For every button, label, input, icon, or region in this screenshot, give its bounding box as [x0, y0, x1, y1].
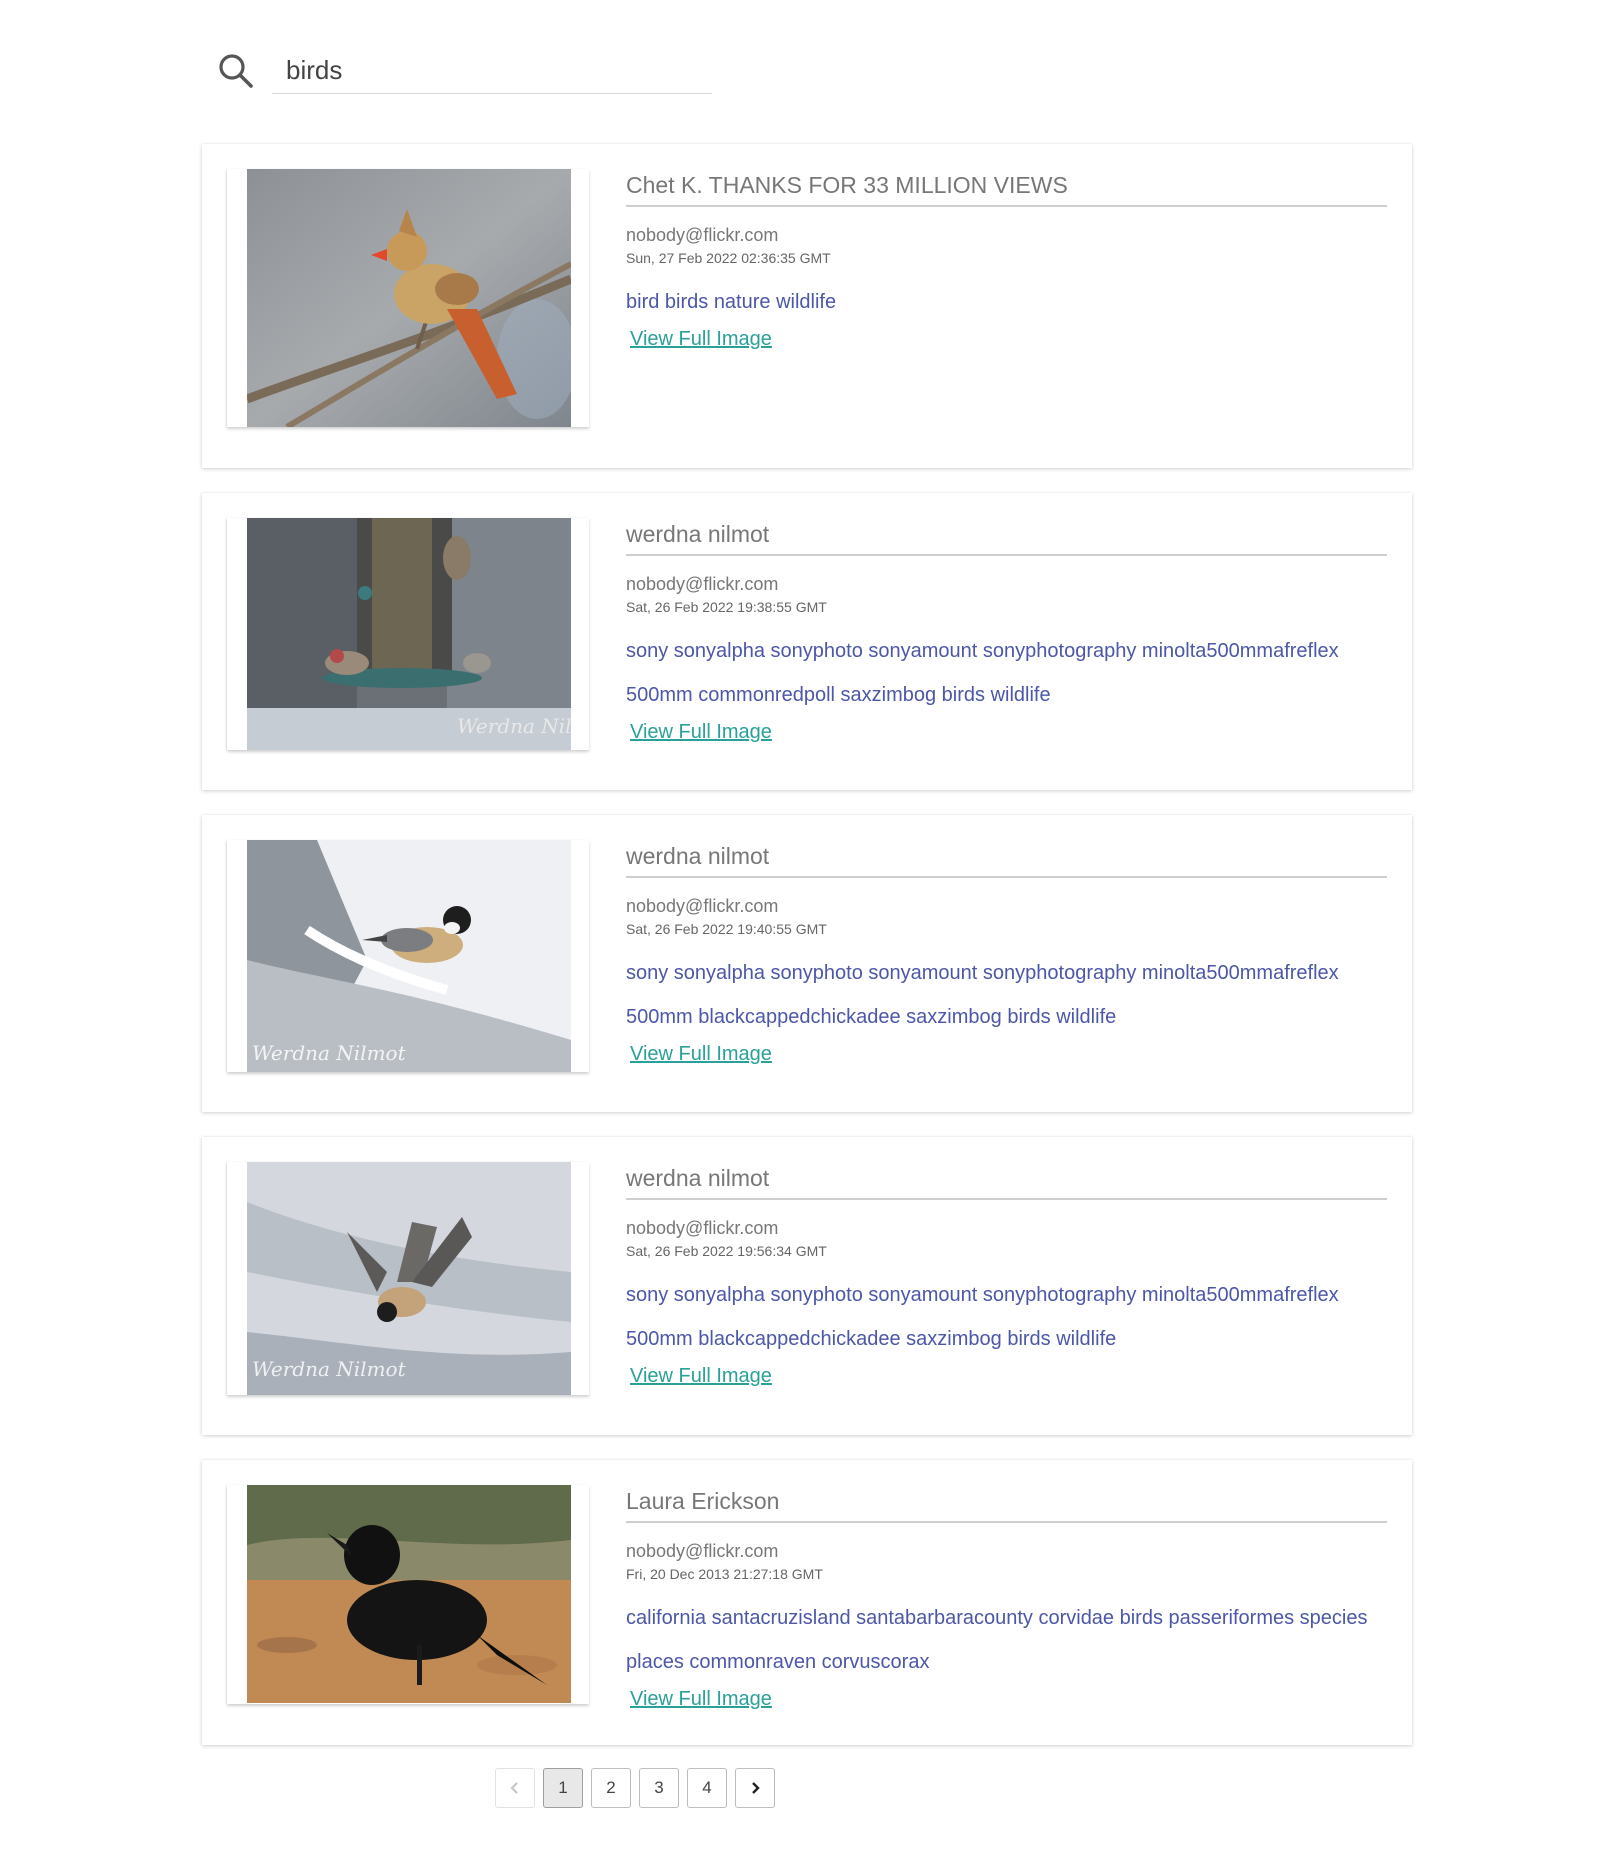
- view-full-image-link[interactable]: View Full Image: [630, 1688, 772, 1711]
- thumbnail-cardinal[interactable]: [247, 169, 571, 427]
- result-tags: sony sonyalpha sonyphoto sonyamount sony…: [626, 951, 1387, 1039]
- result-date: Sat, 26 Feb 2022 19:38:55 GMT: [626, 599, 827, 615]
- thumbnail-frame: Werdna Nilmot: [227, 518, 589, 750]
- result-date: Sat, 26 Feb 2022 19:40:55 GMT: [626, 921, 827, 937]
- prev-page-button[interactable]: [495, 1768, 535, 1808]
- thumbnail-chickadee-wings[interactable]: Werdna Nilmot: [247, 1162, 571, 1395]
- result-info: werdna nilmot nobody@flickr.com Sat, 26 …: [626, 843, 1387, 1066]
- thumbnail-chickadee-snow[interactable]: Werdna Nilmot: [247, 840, 571, 1072]
- chevron-left-icon: [510, 1782, 518, 1794]
- result-title: werdna nilmot: [626, 1165, 1387, 1200]
- result-author: nobody@flickr.com: [626, 225, 779, 245]
- result-tags: california santacruzisland santabarbarac…: [626, 1596, 1387, 1684]
- thumbnail-frame: Werdna Nilmot: [227, 1162, 589, 1395]
- result-info: Chet K. THANKS FOR 33 MILLION VIEWS nobo…: [626, 172, 1387, 351]
- result-card: Laura Erickson nobody@flickr.com Fri, 20…: [202, 1460, 1412, 1745]
- result-tags: bird birds nature wildlife: [626, 280, 1387, 324]
- chevron-right-icon: [752, 1782, 760, 1794]
- result-title: werdna nilmot: [626, 521, 1387, 556]
- view-full-image-link[interactable]: View Full Image: [630, 1365, 772, 1388]
- result-title: werdna nilmot: [626, 843, 1387, 878]
- page-2-button[interactable]: 2: [591, 1768, 631, 1808]
- tags-line: 500mm blackcappedchickadee saxzimbog bir…: [626, 1006, 1117, 1028]
- result-author: nobody@flickr.com: [626, 1218, 779, 1238]
- result-title: Laura Erickson: [626, 1488, 1387, 1523]
- result-author: nobody@flickr.com: [626, 574, 779, 594]
- pagination: 1 2 3 4: [495, 1768, 775, 1810]
- thumbnail-frame: [227, 1485, 589, 1704]
- view-full-image-link[interactable]: View Full Image: [630, 1043, 772, 1066]
- result-date: Sat, 26 Feb 2022 19:56:34 GMT: [626, 1243, 827, 1259]
- tags-line: california santacruzisland santabarbarac…: [626, 1607, 1368, 1629]
- search-icon[interactable]: [216, 52, 256, 92]
- result-card: Chet K. THANKS FOR 33 MILLION VIEWS nobo…: [202, 144, 1412, 468]
- result-author: nobody@flickr.com: [626, 896, 779, 916]
- tags-line: 500mm blackcappedchickadee saxzimbog bir…: [626, 1328, 1117, 1350]
- tags-line: sony sonyalpha sonyphoto sonyamount sony…: [626, 962, 1339, 984]
- view-full-image-link[interactable]: View Full Image: [630, 328, 772, 351]
- result-card: Werdna Nilmot werdna nilmot nobody@flick…: [202, 815, 1412, 1112]
- page-1-button[interactable]: 1: [543, 1768, 583, 1808]
- tags-line: places commonraven corvuscorax: [626, 1651, 930, 1673]
- page-4-button[interactable]: 4: [687, 1768, 727, 1808]
- search-input[interactable]: [272, 44, 712, 94]
- search-bar: [216, 44, 716, 94]
- next-page-button[interactable]: [735, 1768, 775, 1808]
- tags-line: 500mm commonredpoll saxzimbog birds wild…: [626, 684, 1051, 706]
- thumbnail-raven[interactable]: [247, 1485, 571, 1703]
- svg-text:Werdna Nilmot: Werdna Nilmot: [252, 1357, 407, 1381]
- result-card: Werdna Nilmot werdna nilmot nobody@flick…: [202, 1137, 1412, 1435]
- result-card: Werdna Nilmot werdna nilmot nobody@flick…: [202, 493, 1412, 790]
- result-title: Chet K. THANKS FOR 33 MILLION VIEWS: [626, 172, 1387, 207]
- thumbnail-redpoll-feeder[interactable]: Werdna Nilmot: [247, 518, 571, 750]
- result-date: Sun, 27 Feb 2022 02:36:35 GMT: [626, 250, 831, 266]
- thumbnail-frame: Werdna Nilmot: [227, 840, 589, 1072]
- results-list: Chet K. THANKS FOR 33 MILLION VIEWS nobo…: [202, 144, 1412, 1770]
- result-date: Fri, 20 Dec 2013 21:27:18 GMT: [626, 1566, 823, 1582]
- tags-line: sony sonyalpha sonyphoto sonyamount sony…: [626, 640, 1339, 662]
- page-3-button[interactable]: 3: [639, 1768, 679, 1808]
- result-info: werdna nilmot nobody@flickr.com Sat, 26 …: [626, 1165, 1387, 1388]
- svg-text:Werdna Nilmot: Werdna Nilmot: [252, 1041, 407, 1065]
- result-tags: sony sonyalpha sonyphoto sonyamount sony…: [626, 1273, 1387, 1361]
- tags-line: bird birds nature wildlife: [626, 291, 837, 313]
- thumbnail-frame: [227, 169, 589, 427]
- result-tags: sony sonyalpha sonyphoto sonyamount sony…: [626, 629, 1387, 717]
- view-full-image-link[interactable]: View Full Image: [630, 721, 772, 744]
- result-author: nobody@flickr.com: [626, 1541, 779, 1561]
- result-info: werdna nilmot nobody@flickr.com Sat, 26 …: [626, 521, 1387, 744]
- tags-line: sony sonyalpha sonyphoto sonyamount sony…: [626, 1284, 1339, 1306]
- result-info: Laura Erickson nobody@flickr.com Fri, 20…: [626, 1488, 1387, 1711]
- svg-text:Werdna Nilmot: Werdna Nilmot: [457, 714, 571, 738]
